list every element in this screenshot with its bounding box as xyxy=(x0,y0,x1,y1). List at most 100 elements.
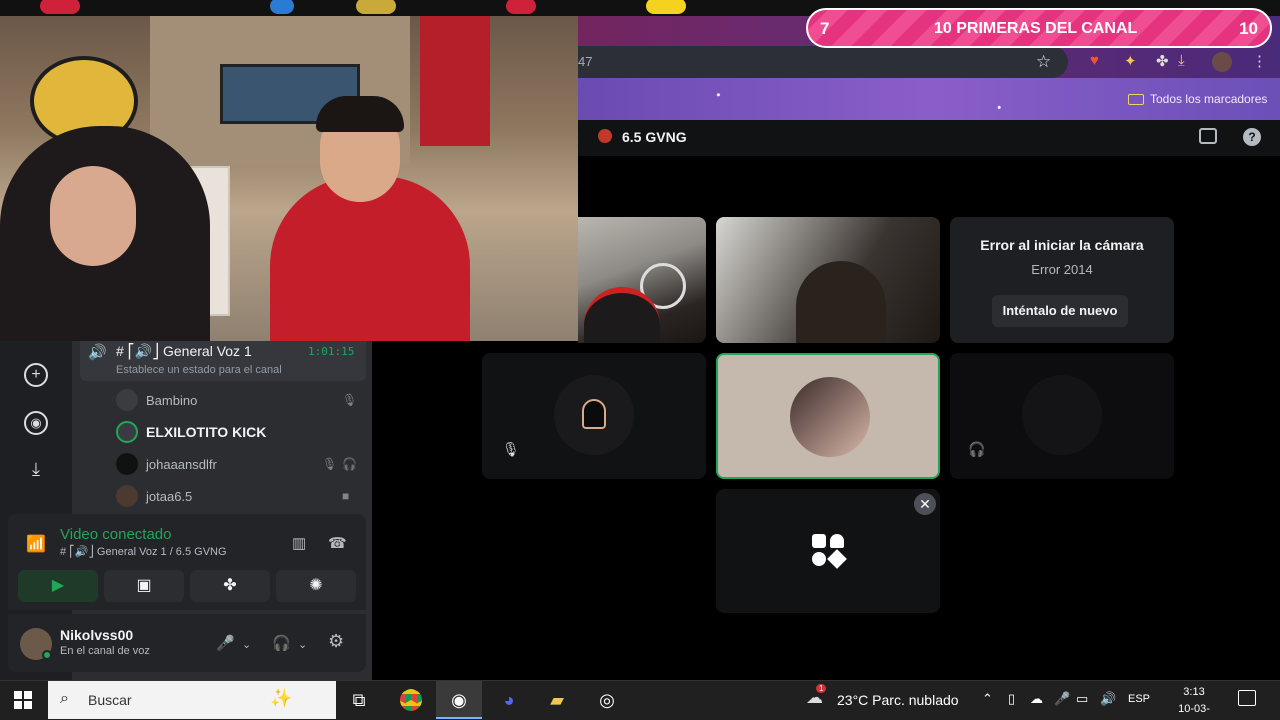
badge-right-number: 10 xyxy=(1239,19,1258,38)
participant-tile[interactable]: 🎧 xyxy=(950,353,1174,479)
member-avatar xyxy=(116,421,138,443)
gear-icon[interactable]: ⚙ xyxy=(328,631,344,652)
volume-icon[interactable]: 🔊 xyxy=(1100,691,1116,707)
video-camera-icon: ■ xyxy=(342,489,350,503)
headphones-icon[interactable]: 🎧 xyxy=(272,634,291,652)
disconnect-icon[interactable]: ☎ xyxy=(328,534,347,552)
connection-signal-icon[interactable]: 📶 xyxy=(26,534,46,554)
server-icon xyxy=(598,129,612,143)
webcam-overlay xyxy=(0,16,578,341)
app-icon[interactable]: ◎ xyxy=(584,681,630,719)
weather-temperature: 23°C xyxy=(837,692,869,708)
cloud-icon[interactable]: ☁ xyxy=(1030,691,1043,707)
weather-description: Parc. nublado xyxy=(872,692,959,708)
member-avatar xyxy=(116,485,138,507)
windows-start-icon[interactable] xyxy=(14,691,32,709)
file-explorer-icon[interactable]: ▰ xyxy=(534,681,580,719)
chrome-icon[interactable] xyxy=(388,681,434,719)
menu-icon[interactable]: ⋮ xyxy=(1252,52,1272,72)
task-view-icon[interactable]: ⧉ xyxy=(336,681,382,719)
download-icon[interactable]: ⤓ xyxy=(1178,52,1198,72)
member-name: ELXILOTITO KICK xyxy=(146,424,267,440)
speaker-icon: 🔊 xyxy=(88,344,107,361)
participant-avatar xyxy=(1022,375,1102,455)
participant-tile[interactable]: 🎙 xyxy=(482,353,706,479)
username: Nikolvss00 xyxy=(60,627,134,643)
soundboard-button[interactable]: ✺ xyxy=(276,570,356,602)
person-shape xyxy=(270,176,470,341)
activities-icon[interactable] xyxy=(810,532,847,569)
strip-logo xyxy=(40,0,80,14)
member-name: Bambino xyxy=(146,392,198,408)
notification-icon[interactable] xyxy=(1238,690,1256,706)
noise-suppression-icon[interactable]: ▥ xyxy=(292,534,306,552)
strip-logo xyxy=(646,0,686,14)
member-avatar xyxy=(116,389,138,411)
badge-title: 10 PRIMERAS DEL CANAL xyxy=(934,20,1138,37)
discord-icon[interactable]: ◕ xyxy=(486,681,532,719)
server-name: 6.5 GVNG xyxy=(622,129,687,145)
online-status-dot xyxy=(42,650,52,660)
bookmarks-folder[interactable]: Todos los marcadores xyxy=(1128,92,1267,106)
stream-overlay-badge: 7 10 PRIMERAS DEL CANAL 10 xyxy=(806,8,1272,48)
video-tile[interactable] xyxy=(716,217,940,343)
extension-icon[interactable]: ♥ xyxy=(1090,52,1110,72)
chevron-down-icon[interactable]: ⌄ xyxy=(298,638,307,651)
voice-channel-label: General Voz 1 xyxy=(163,343,252,359)
video-tile[interactable] xyxy=(578,217,706,343)
bookmark-star-icon[interactable]: ☆ xyxy=(1036,52,1056,72)
clock-time: 3:13 xyxy=(1183,686,1205,698)
extension-icon[interactable]: ✦ xyxy=(1124,52,1144,72)
voice-elapsed-time: 1:01:15 xyxy=(308,345,355,358)
chevron-down-icon[interactable]: ⌄ xyxy=(242,638,251,651)
tray-device-icon[interactable]: ▯ xyxy=(1008,691,1015,707)
participant-shape xyxy=(796,261,886,343)
chevron-up-icon[interactable]: ⌃ xyxy=(982,691,993,707)
language-indicator[interactable]: ESP xyxy=(1128,693,1150,705)
voice-member[interactable]: johaaansdlfr xyxy=(116,452,217,476)
screen: 47 ☆ ♥ ✦ ✤ ⤓ ⋮ Todos los marcadores 7 10… xyxy=(0,0,1280,720)
channel-status-placeholder[interactable]: Establece un estado para el canal xyxy=(116,364,282,376)
screen-share-button[interactable]: ▣ xyxy=(104,570,184,602)
participant-tile-speaking[interactable] xyxy=(716,353,940,479)
retry-button[interactable]: Inténtalo de nuevo xyxy=(992,295,1128,327)
microphone-icon[interactable]: 🎤 xyxy=(216,634,235,652)
address-bar[interactable]: 47 xyxy=(578,46,1068,78)
voice-channel-name: # ⎡🔊⎦ General Voz 1 xyxy=(116,343,252,360)
activities-button[interactable]: ✤ xyxy=(190,570,270,602)
network-icon[interactable]: ▭ xyxy=(1076,691,1088,707)
camera-button[interactable]: ▶ xyxy=(18,570,98,602)
voice-connected-title: Video conectado xyxy=(60,526,172,543)
help-icon[interactable]: ? xyxy=(1243,128,1261,146)
address-text: 47 xyxy=(578,54,593,69)
banner-shape xyxy=(420,16,490,146)
microphone-icon[interactable]: 🎤 xyxy=(1054,691,1070,707)
participant-avatar-figure xyxy=(582,399,606,429)
inbox-icon[interactable] xyxy=(1199,128,1217,144)
add-server-icon[interactable]: + xyxy=(24,363,48,387)
voice-member[interactable]: jotaa6.5 xyxy=(116,484,192,508)
profile-avatar[interactable] xyxy=(1212,52,1232,72)
voice-member[interactable]: Bambino xyxy=(116,388,197,412)
person-face xyxy=(50,166,136,266)
voice-member[interactable]: ELXILOTITO KICK xyxy=(116,420,266,444)
close-icon[interactable]: ✕ xyxy=(914,493,936,515)
weather-text[interactable]: 23°C Parc. nublado xyxy=(837,692,959,708)
voice-connected-subtitle: # ⎡🔊⎦ General Voz 1 / 6.5 GVNG xyxy=(60,546,227,558)
explore-icon[interactable]: ◉ xyxy=(24,411,48,435)
puzzle-icon[interactable]: ✤ xyxy=(1156,52,1176,72)
voice-channel-prefix: # ⎡🔊⎦ xyxy=(116,343,160,359)
participant-avatar xyxy=(790,377,870,457)
user-panel xyxy=(8,614,366,672)
muted-mic-icon: 🎙 xyxy=(342,393,358,407)
weather-icon[interactable]: ☁ 1 xyxy=(806,684,827,708)
download-apps-icon[interactable]: ⤓ xyxy=(24,457,48,481)
folder-icon xyxy=(1128,93,1144,105)
clock-date: 10-03-2026 xyxy=(1178,703,1210,715)
obs-icon[interactable]: ◉ xyxy=(436,681,482,719)
strip-logo xyxy=(356,0,396,14)
muted-mic-icon: 🎙 xyxy=(502,441,520,457)
taskbar-clock[interactable]: 3:13 10-03-2026 xyxy=(1166,684,1222,720)
camera-error-tile: Error al iniciar la cámara Error 2014 In… xyxy=(950,217,1174,343)
person-hair xyxy=(316,96,404,132)
